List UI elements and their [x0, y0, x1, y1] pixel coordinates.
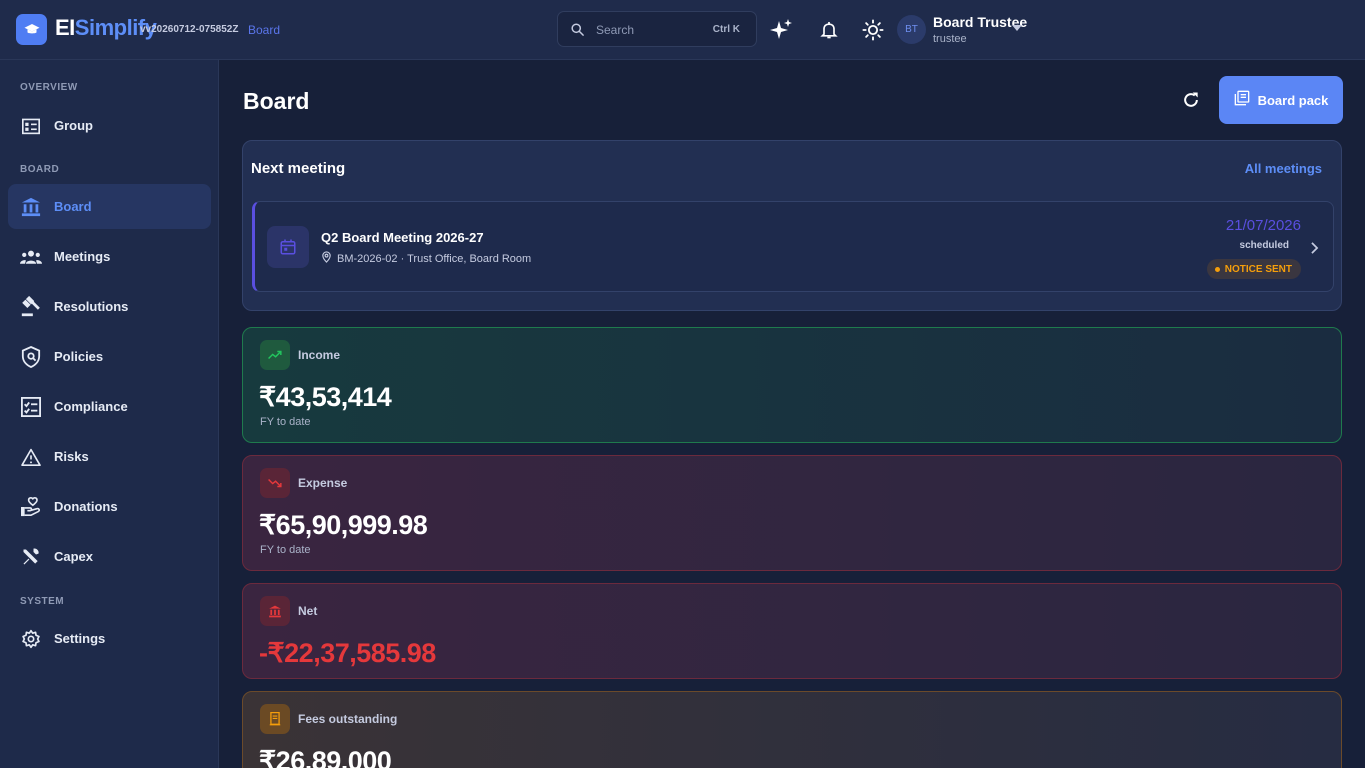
expense-label: Expense [298, 476, 348, 490]
trend-up-icon [260, 340, 290, 370]
all-meetings-link[interactable]: All meetings [1245, 161, 1322, 176]
board-pack-label: Board pack [1257, 92, 1329, 108]
theme-toggle-icon[interactable] [861, 18, 885, 42]
sidebar-item-policies[interactable]: Policies [8, 334, 211, 379]
bank-icon [260, 596, 290, 626]
sidebar-item-label: Resolutions [54, 299, 129, 314]
sidebar-item-risks[interactable]: Risks [8, 434, 211, 479]
meeting-title: Q2 Board Meeting 2026-27 [321, 230, 484, 245]
people-icon [19, 245, 43, 269]
sidebar-section-system: SYSTEM [20, 596, 65, 607]
gavel-icon [19, 295, 43, 319]
fees-outstanding-value: ₹26,89,000 [259, 746, 392, 768]
net-card[interactable]: Net -₹22,37,585.98 [242, 583, 1342, 679]
sidebar-item-label: Meetings [54, 249, 111, 264]
sidebar-item-capex[interactable]: Capex [8, 534, 211, 579]
library-icon [1234, 90, 1250, 111]
meeting-location: BM-2026-02 · Trust Office, Board Room [337, 252, 532, 265]
expense-card[interactable]: Expense ₹65,90,999.98 FY to date [242, 455, 1342, 571]
bank-icon [19, 195, 43, 219]
breadcrumb[interactable]: Board [248, 23, 280, 37]
income-subtitle: FY to date [260, 416, 311, 428]
meeting-list-item[interactable]: Q2 Board Meeting 2026-27 BM-2026-02 · Tr… [252, 201, 1334, 292]
search-icon [570, 22, 585, 42]
chevron-down-icon[interactable] [1012, 25, 1022, 31]
sidebar-item-donations[interactable]: Donations [8, 484, 211, 529]
sidebar-item-resolutions[interactable]: Resolutions [8, 284, 211, 329]
avatar[interactable]: BT [897, 15, 926, 44]
trend-down-icon [260, 468, 290, 498]
income-value: ₹43,53,414 [259, 382, 392, 412]
sidebar-item-label: Settings [54, 631, 106, 646]
logo-icon[interactable] [16, 14, 47, 45]
sidebar-item-label: Policies [54, 349, 104, 364]
status-badge-label: NOTICE SENT [1224, 263, 1292, 275]
gear-icon [19, 627, 43, 651]
top-bar: EISimplify vv20260712-075852Z Board Sear… [0, 0, 1365, 60]
group-icon [19, 114, 43, 138]
sidebar-item-board[interactable]: Board [8, 184, 211, 229]
sidebar-item-meetings[interactable]: Meetings [8, 234, 211, 279]
version-label: vv20260712-075852Z [140, 24, 239, 35]
expense-value: ₹65,90,999.98 [259, 510, 428, 540]
board-pack-button[interactable]: Board pack [1219, 76, 1343, 124]
expense-subtitle: FY to date [260, 544, 311, 556]
sidebar: OVERVIEW Group BOARD Board Meetings Reso… [0, 60, 219, 768]
donation-icon [19, 495, 43, 519]
sidebar-section-overview: OVERVIEW [20, 82, 78, 93]
shield-icon [19, 345, 43, 369]
warning-icon [19, 445, 43, 469]
search-input[interactable]: Search Ctrl K [557, 11, 757, 47]
sidebar-item-settings[interactable]: Settings [8, 616, 211, 661]
sidebar-item-label: Compliance [54, 399, 128, 414]
net-label: Net [298, 604, 318, 618]
calendar-icon [267, 226, 309, 268]
status-dot-icon [1214, 266, 1220, 272]
receipt-icon [260, 704, 290, 734]
user-role: trustee [933, 33, 967, 45]
bell-icon[interactable] [817, 18, 841, 42]
fees-outstanding-card[interactable]: Fees outstanding ₹26,89,000 [242, 691, 1342, 768]
net-value: -₹22,37,585.98 [259, 638, 436, 668]
search-shortcut: Ctrl K [712, 24, 740, 35]
sidebar-item-compliance[interactable]: Compliance [8, 384, 211, 429]
status-badge: NOTICE SENT [1206, 259, 1301, 279]
sparkle-icon[interactable] [770, 18, 794, 42]
sidebar-item-label: Capex [54, 549, 94, 564]
checklist-icon [19, 395, 43, 419]
sidebar-item-label: Risks [54, 449, 89, 464]
next-meeting-heading: Next meeting [251, 160, 346, 177]
sidebar-item-label: Board [54, 199, 92, 214]
refresh-icon[interactable] [1179, 88, 1203, 112]
meeting-status: scheduled [1239, 240, 1289, 251]
search-placeholder: Search [596, 23, 635, 37]
chevron-right-icon[interactable] [1310, 241, 1319, 259]
sidebar-section-board: BOARD [20, 164, 60, 175]
meeting-subtitle: BM-2026-02 · Trust Office, Board Room [321, 251, 531, 266]
income-label: Income [298, 348, 341, 362]
next-meeting-card: Next meeting All meetings Q2 Board Meeti… [242, 140, 1342, 311]
sidebar-item-label: Group [54, 118, 93, 133]
income-card[interactable]: Income ₹43,53,414 FY to date [242, 327, 1342, 443]
tools-icon [19, 545, 43, 569]
location-pin-icon [321, 251, 332, 266]
meeting-date: 21/07/2026 [1225, 217, 1301, 234]
sidebar-item-label: Donations [54, 499, 118, 514]
fees-outstanding-label: Fees outstanding [298, 712, 398, 726]
sidebar-item-group[interactable]: Group [8, 103, 211, 148]
page-title: Board [243, 88, 310, 114]
